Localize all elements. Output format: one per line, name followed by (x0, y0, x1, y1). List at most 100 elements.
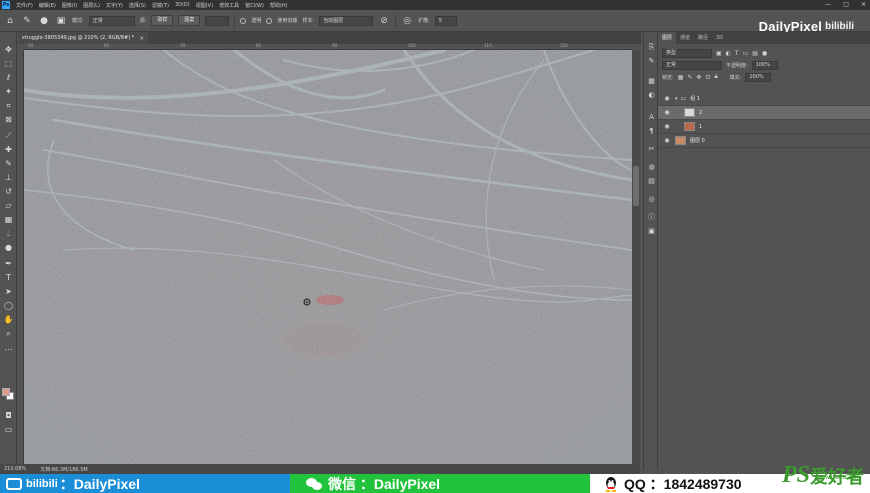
marquee-tool-icon[interactable]: ⬚ (2, 58, 15, 70)
menu-layer[interactable]: 图层(L) (83, 2, 100, 9)
swatch-panel-icon[interactable]: ▦ (646, 76, 657, 87)
adjustments-panel-icon[interactable]: ◍ (646, 162, 657, 173)
properties-panel-icon[interactable]: ▤ (646, 176, 657, 187)
lock-pixels-icon[interactable]: ✎ (687, 74, 692, 81)
visibility-eye-icon[interactable]: ◉ (662, 137, 672, 144)
menu-type[interactable]: 文字(Y) (106, 2, 123, 9)
dodge-tool-icon[interactable]: ● (2, 242, 15, 254)
opacity-field[interactable]: 100% (751, 60, 778, 70)
path-selection-tool-icon[interactable]: ➤ (2, 286, 15, 298)
filter-type-icon[interactable]: T (735, 50, 739, 57)
maximize-button[interactable]: □ (843, 1, 849, 9)
menu-plugins[interactable]: 增效工具 (219, 2, 239, 9)
menu-3d[interactable]: 3D(D) (175, 2, 190, 8)
blend-mode-select[interactable]: 正常 (662, 60, 722, 70)
filter-pixel-icon[interactable]: ▣ (716, 50, 722, 57)
quick-mask-icon[interactable]: ◘ (2, 410, 15, 422)
menu-image[interactable]: 图像(I) (62, 2, 77, 9)
healing-brush-preset-icon[interactable]: ✎ (21, 15, 33, 27)
gradient-tool-icon[interactable]: ▦ (2, 214, 15, 226)
fill-field[interactable]: 100% (745, 72, 772, 82)
info-panel-icon[interactable]: ⓘ (646, 212, 657, 223)
mode-select[interactable]: 正常 (88, 15, 135, 26)
document-canvas[interactable] (24, 50, 632, 470)
filter-shape-icon[interactable]: ▭ (743, 50, 749, 57)
lock-artboard-icon[interactable]: ⊡ (705, 74, 710, 81)
visibility-eye-icon[interactable]: ◉ (662, 95, 672, 102)
sample-select[interactable]: 当前图层 (319, 15, 374, 26)
menu-select[interactable]: 选择(S) (129, 2, 146, 9)
diffusion-select[interactable]: 5 (434, 15, 457, 26)
frame-tool-icon[interactable]: ⊠ (2, 114, 15, 126)
ignore-adjustment-icon[interactable]: ⊘ (378, 15, 390, 27)
visibility-eye-icon[interactable]: ◉ (662, 109, 672, 116)
visibility-eye-icon[interactable]: ◉ (662, 123, 672, 130)
close-tab-icon[interactable]: × (139, 35, 144, 42)
menu-edit[interactable]: 编辑(E) (39, 2, 56, 9)
tab-channels[interactable]: 通道 (676, 32, 694, 44)
close-window-button[interactable]: ✕ (861, 1, 866, 9)
type-tool-icon[interactable]: T (2, 272, 15, 284)
document-tab[interactable]: struggle-3805349.jpg @ 210% (2, RGB/8#) … (18, 32, 149, 44)
eraser-tool-icon[interactable]: ▱ (2, 200, 15, 212)
menu-file[interactable]: 文件(F) (16, 2, 33, 9)
pattern-source-button[interactable]: 图案 (178, 15, 201, 26)
menu-filter[interactable]: 滤镜(T) (152, 2, 169, 9)
layer-row-2[interactable]: ◉ 2 (658, 106, 870, 120)
move-tool-icon[interactable]: ✥ (2, 44, 15, 56)
layer-filter-select[interactable]: 类型 (662, 48, 712, 58)
zoom-level[interactable]: 210.08% (4, 466, 26, 472)
ps-app-icon[interactable]: Ps (2, 1, 10, 9)
pen-tool-icon[interactable]: ✒ (2, 258, 15, 270)
menu-help[interactable]: 帮助(H) (270, 2, 288, 9)
tab-layers[interactable]: 图层 (658, 32, 677, 44)
clone-stamp-tool-icon[interactable]: ⊥ (2, 172, 15, 184)
brush-settings-icon[interactable]: ▣ (55, 15, 67, 27)
layer-row-1[interactable]: ◉ 1 (658, 120, 870, 134)
filter-adjustment-icon[interactable]: ◐ (726, 50, 731, 57)
minimize-button[interactable]: — (825, 1, 831, 9)
eyedropper-tool-icon[interactable]: ⟋ (2, 130, 15, 142)
quick-select-tool-icon[interactable]: ✦ (2, 86, 15, 98)
lock-position-icon[interactable]: ✥ (696, 74, 701, 81)
color-panel-icon[interactable]: ◐ (646, 90, 657, 101)
lock-all-icon[interactable]: 🔒︎ (714, 73, 717, 81)
tools-panel-icon[interactable]: ✂ (646, 144, 657, 155)
healing-brush-tool-icon[interactable]: ✚ (2, 144, 15, 156)
character-panel-icon[interactable]: A (646, 112, 657, 123)
transparent-checkbox[interactable] (240, 17, 247, 24)
history-brush-tool-icon[interactable]: ↺ (2, 186, 15, 198)
home-icon[interactable]: ⌂ (4, 15, 16, 27)
layer-row-group-1[interactable]: ◉ ▾ ▭ 组 1 (658, 92, 870, 106)
paragraph-panel-icon[interactable]: ¶ (646, 126, 657, 137)
use-legacy-checkbox[interactable] (266, 17, 273, 24)
brush-panel-icon[interactable]: ✎ (646, 56, 657, 67)
blur-tool-icon[interactable]: 💧︎ (2, 228, 15, 240)
brush-tool-icon[interactable]: ✎ (2, 158, 15, 170)
more-tools-icon[interactable]: … (2, 342, 15, 354)
vertical-scroll-thumb[interactable] (633, 166, 639, 206)
tab-3d[interactable]: 3D (712, 32, 727, 44)
lasso-tool-icon[interactable]: ℓ (2, 72, 15, 84)
navigator-panel-icon[interactable]: ▣ (646, 226, 657, 237)
ellipse-tool-icon[interactable]: ◯ (2, 300, 15, 312)
filter-toggle-icon[interactable]: ● (762, 50, 767, 57)
history-panel-icon[interactable]: ⎘ (646, 42, 657, 53)
filter-smart-object-icon[interactable]: ▤ (752, 50, 758, 57)
tab-paths[interactable]: 路径 (694, 32, 712, 44)
layer-row-layer-0[interactable]: ◉ 图层 0 (658, 134, 870, 148)
menu-view[interactable]: 视图(V) (196, 2, 213, 9)
lock-transparent-icon[interactable]: ▦ (678, 74, 684, 81)
pressure-icon[interactable]: ◎ (401, 15, 413, 27)
vertical-scrollbar[interactable] (632, 50, 640, 470)
brush-size-icon[interactable]: ● (38, 15, 50, 27)
hand-tool-icon[interactable]: ✋ (2, 314, 15, 326)
pattern-picker[interactable] (205, 15, 230, 26)
foreground-color-swatch[interactable] (2, 388, 10, 396)
libraries-panel-icon[interactable]: ◎ (646, 194, 657, 205)
sample-source-button[interactable]: 取样 (151, 15, 174, 26)
zoom-tool-icon[interactable]: ⌕ (2, 328, 15, 340)
expand-arrow-icon[interactable]: ▾ (675, 96, 678, 102)
screen-mode-icon[interactable]: ▭ (2, 424, 15, 436)
crop-tool-icon[interactable]: ⌗ (2, 100, 15, 112)
